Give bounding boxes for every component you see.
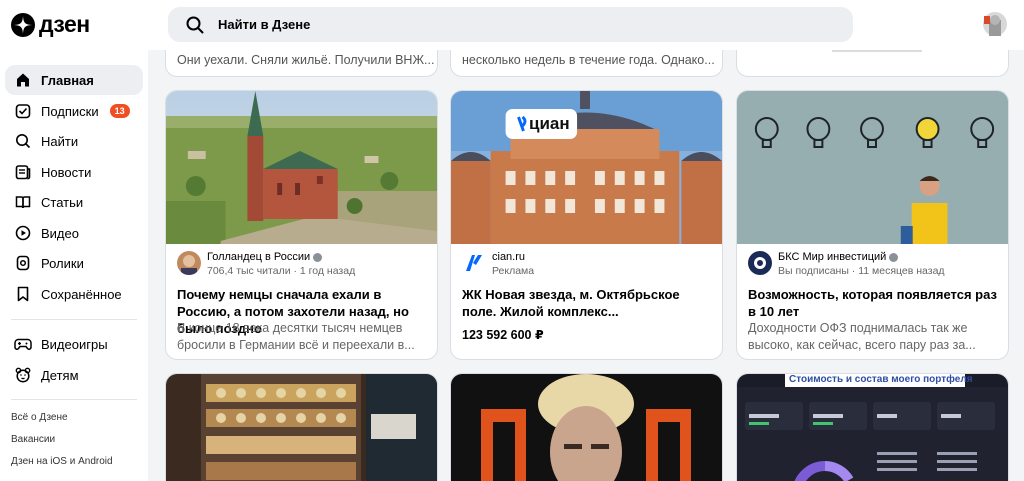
sidebar-item-home[interactable]: Главная — [5, 65, 143, 95]
sidebar-item-label: Найти — [41, 133, 79, 149]
sidebar-item-saved[interactable]: Сохранённое — [5, 279, 143, 309]
sidebar-item-label: Подписки — [41, 103, 99, 119]
footer-link-about[interactable]: Всё о Дзене — [11, 412, 68, 423]
video-icon — [14, 224, 32, 242]
author-avatar — [748, 251, 772, 275]
feed-card-ad[interactable]: циан cian.ru Реклама ЖК Новая звезда, м.… — [450, 90, 723, 360]
sidebar-item-subscriptions[interactable]: Подписки 13 — [5, 96, 143, 126]
search-icon — [14, 132, 32, 150]
kids-icon — [14, 366, 32, 384]
sidebar-item-kids[interactable]: Детям — [5, 360, 143, 390]
sidebar-item-label: Детям — [41, 367, 79, 383]
articles-icon — [14, 193, 32, 211]
cian-logo-icon — [462, 251, 486, 275]
card-description: В конце 18 века десятки тысяч немцев бро… — [177, 321, 415, 352]
author-name: БКС Мир инвестиций — [778, 251, 887, 263]
clips-icon — [14, 254, 32, 272]
sidebar-item-videogames[interactable]: Видеоигры — [5, 329, 143, 359]
sidebar-item-label: Новости — [41, 164, 92, 180]
author-name: cian.ru — [492, 251, 526, 263]
feed-card[interactable]: БКС Мир инвестиций Вы подписаны · 11 мес… — [736, 90, 1009, 360]
feed-card-partial[interactable] — [165, 373, 438, 481]
card-meta: 706,4 тыс читали · 1 год назад — [207, 265, 356, 277]
ad-label: Реклама — [492, 265, 535, 277]
bookmark-icon — [14, 285, 32, 303]
sidebar-item-clips[interactable]: Ролики — [5, 248, 143, 278]
verified-icon — [889, 252, 899, 262]
subscriptions-icon — [14, 102, 32, 120]
footer-link-apps[interactable]: Дзен на iOS и Android — [11, 456, 113, 467]
card-author[interactable]: БКС Мир инвестиций Вы подписаны · 11 мес… — [748, 251, 945, 277]
logo-text: дзен — [39, 11, 90, 37]
card-image-lightbulbs — [737, 91, 1008, 244]
sidebar: Главная Подписки 13 Найти Новости Статьи… — [0, 50, 148, 481]
card-image-portrait — [451, 374, 722, 481]
card-title: Возможность, которая появляется раз в 10… — [748, 287, 997, 319]
gamepad-icon — [14, 335, 32, 353]
card-description: несколько недель в течение года. Однако.… — [462, 53, 715, 67]
card-image-candy-shop — [166, 374, 437, 481]
search-icon — [186, 16, 204, 33]
card-price: 123 592 600 ₽ — [462, 328, 544, 342]
footer-link-jobs[interactable]: Вакансии — [11, 434, 55, 445]
sidebar-item-label: Статьи — [41, 194, 84, 210]
user-avatar[interactable] — [982, 11, 1008, 37]
subscriptions-count-badge: 13 — [109, 104, 130, 118]
sidebar-item-articles[interactable]: Статьи — [5, 187, 143, 217]
card-description: Они уехали. Сняли жильё. Получили ВНЖ... — [177, 53, 435, 67]
news-icon — [14, 163, 32, 181]
card-image-church — [166, 91, 437, 244]
card-image-building — [451, 91, 722, 244]
search-input[interactable]: Найти в Дзене — [168, 7, 853, 42]
dzen-logo[interactable]: дзен — [11, 11, 90, 38]
portfolio-caption: Стоимость и состав моего портфеля — [789, 374, 973, 385]
sidebar-divider — [11, 399, 137, 400]
search-placeholder: Найти в Дзене — [218, 17, 311, 32]
feed-card-partial[interactable]: Стоимость и состав моего портфеля — [736, 373, 1009, 481]
sidebar-divider — [11, 319, 137, 320]
author-avatar — [177, 251, 201, 275]
sidebar-item-news[interactable]: Новости — [5, 157, 143, 187]
feed-card-partial[interactable] — [450, 373, 723, 481]
sidebar-item-search[interactable]: Найти — [5, 126, 143, 156]
card-meta: Вы подписаны · 11 месяцев назад — [778, 265, 945, 277]
sidebar-item-label: Видеоигры — [41, 336, 108, 352]
dzen-star-icon — [11, 12, 35, 37]
card-image-portfolio-dashboard — [737, 374, 1008, 481]
top-header: дзен Найти в Дзене — [0, 0, 1024, 50]
sidebar-item-video[interactable]: Видео — [5, 218, 143, 248]
sidebar-item-label: Видео — [41, 225, 79, 241]
card-description: Доходности ОФЗ поднималась так же высоко… — [748, 321, 976, 352]
sidebar-item-label: Главная — [41, 72, 94, 88]
card-author[interactable]: Голландец в России 706,4 тыс читали · 1 … — [177, 251, 355, 277]
card-title: ЖК Новая звезда, м. Октябрьское поле. Жи… — [462, 287, 680, 319]
author-name: Голландец в России — [207, 251, 311, 263]
sidebar-item-label: Сохранённое — [41, 286, 122, 302]
sidebar-item-label: Ролики — [41, 255, 84, 271]
card-author[interactable]: cian.ru Реклама — [462, 251, 534, 277]
cian-brand-label: циан — [529, 114, 570, 133]
home-icon — [14, 71, 32, 89]
feed-card[interactable]: Голландец в России 706,4 тыс читали · 1 … — [165, 90, 438, 360]
verified-icon — [313, 252, 323, 262]
